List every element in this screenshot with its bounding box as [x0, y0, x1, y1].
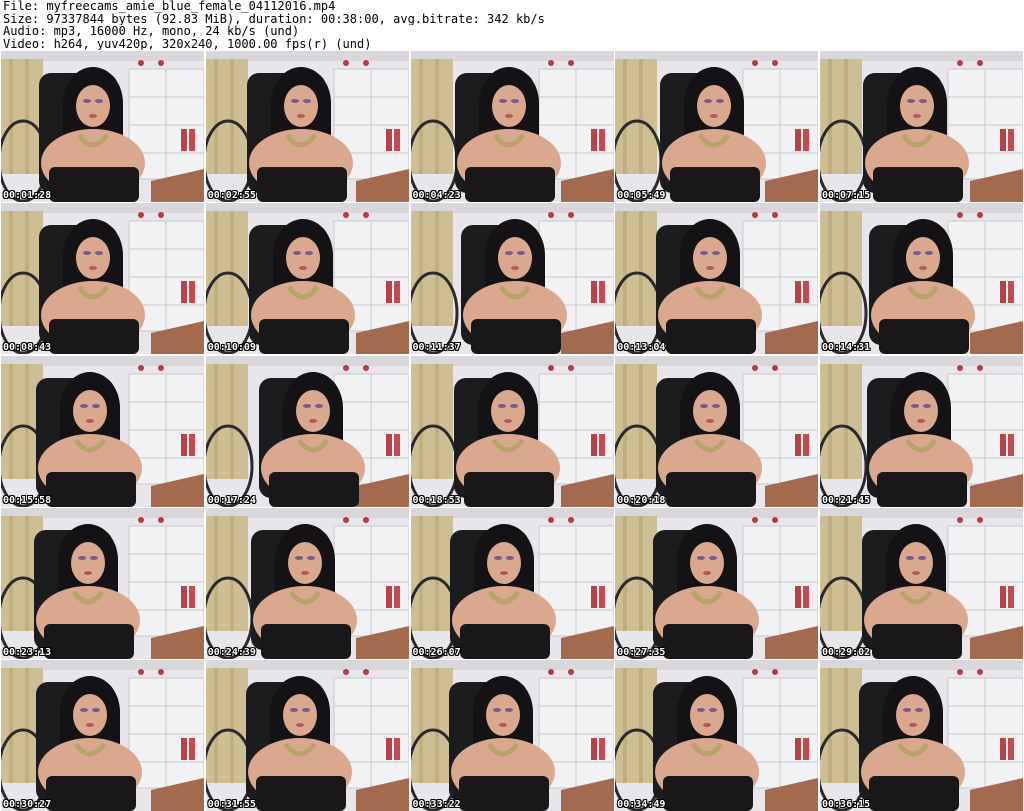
thumbnail-frame: 00:24:39 [205, 507, 409, 659]
frame-image [615, 507, 819, 659]
timestamp-label: 00:29:02 [822, 646, 871, 658]
thumbnail-frame: 00:34:49 [615, 660, 819, 811]
thumbnail-frame: 00:05:49 [615, 51, 819, 202]
timestamp-label: 00:13:04 [617, 342, 666, 354]
thumbnail-frame: 00:11:37 [410, 203, 614, 355]
frame-image [1, 203, 204, 355]
frame-image [615, 355, 819, 507]
thumbnail-frame: 00:29:02 [820, 507, 1023, 659]
timestamp-label: 00:26:07 [412, 646, 461, 658]
timestamp-label: 00:31:55 [207, 799, 256, 810]
thumbnail-frame: 00:01:28 [1, 51, 204, 202]
frame-image [1, 51, 204, 202]
thumbnail-frame: 00:23:13 [1, 507, 204, 659]
frame-image [410, 355, 614, 507]
frame-image [410, 660, 614, 811]
thumbnail-frame: 00:14:31 [820, 203, 1023, 355]
thumbnail-frame: 00:02:55 [205, 51, 409, 202]
video-info-line: Video: h264, yuv420p, 320x240, 1000.00 f… [3, 37, 372, 50]
frame-image [410, 51, 614, 202]
frame-image [1, 355, 204, 507]
thumbnail-frame: 00:21:45 [820, 355, 1023, 507]
thumbnail-frame: 00:08:43 [1, 203, 204, 355]
timestamp-label: 00:15:58 [3, 494, 52, 506]
frame-image [205, 51, 409, 202]
thumbnail-frame: 00:31:55 [205, 660, 409, 811]
thumbnail-frame: 00:36:15 [820, 660, 1023, 811]
frame-image [820, 660, 1023, 811]
timestamp-label: 00:17:24 [207, 494, 256, 506]
timestamp-label: 00:18:53 [412, 494, 461, 506]
timestamp-label: 00:02:55 [207, 190, 256, 201]
thumbnail-frame: 00:07:15 [820, 51, 1023, 202]
thumbnail-frame: 00:18:53 [410, 355, 614, 507]
frame-image [820, 51, 1023, 202]
timestamp-label: 00:07:15 [822, 190, 871, 201]
thumbnail-frame: 00:33:22 [410, 660, 614, 811]
timestamp-label: 00:14:31 [822, 342, 871, 354]
thumbnail-frame: 00:20:18 [615, 355, 819, 507]
thumbnail-frame: 00:13:04 [615, 203, 819, 355]
frame-image [615, 203, 819, 355]
thumbnail-frame: 00:17:24 [205, 355, 409, 507]
timestamp-label: 00:27:35 [617, 646, 666, 658]
thumbnail-grid: 00:01:28 00:02:55 00:04:23 00:05:49 00:07:15… [1, 51, 1023, 811]
audio-info-line: Audio: mp3, 16000 Hz, mono, 24 kb/s (und… [3, 25, 300, 38]
timestamp-label: 00:10:09 [207, 342, 256, 354]
timestamp-label: 00:11:37 [412, 342, 461, 354]
thumbnail-frame: 00:15:58 [1, 355, 204, 507]
thumbnail-frame: 00:10:09 [205, 203, 409, 355]
frame-image [205, 660, 409, 811]
frame-image [615, 51, 819, 202]
timestamp-label: 00:01:28 [3, 190, 52, 201]
timestamp-label: 00:33:22 [412, 799, 461, 810]
frame-image [410, 507, 614, 659]
timestamp-label: 00:20:18 [617, 494, 666, 506]
frame-image [205, 203, 409, 355]
frame-image [1, 507, 204, 659]
file-name-line: File: myfreecams_amie_blue_female_041120… [3, 0, 336, 13]
timestamp-label: 00:34:49 [617, 799, 666, 810]
video-info-header: File: myfreecams_amie_blue_female_041120… [3, 0, 1021, 50]
timestamp-label: 00:21:45 [822, 494, 871, 506]
file-size-line: Size: 97337844 bytes (92.83 MiB), durati… [3, 12, 545, 25]
timestamp-label: 00:04:23 [412, 190, 461, 201]
frame-image [1, 660, 204, 811]
timestamp-label: 00:05:49 [617, 190, 666, 201]
timestamp-label: 00:36:15 [822, 799, 871, 810]
frame-image [410, 203, 614, 355]
frame-image [205, 507, 409, 659]
timestamp-label: 00:24:39 [207, 646, 256, 658]
frame-image [820, 507, 1023, 659]
timestamp-label: 00:08:43 [3, 342, 52, 354]
frame-image [820, 355, 1023, 507]
timestamp-label: 00:30:27 [3, 799, 52, 810]
frame-image [205, 355, 409, 507]
thumbnail-frame: 00:27:35 [615, 507, 819, 659]
thumbnail-frame: 00:30:27 [1, 660, 204, 811]
timestamp-label: 00:23:13 [3, 646, 52, 658]
thumbnail-frame: 00:04:23 [410, 51, 614, 202]
frame-image [615, 660, 819, 811]
frame-image [820, 203, 1023, 355]
thumbnail-frame: 00:26:07 [410, 507, 614, 659]
